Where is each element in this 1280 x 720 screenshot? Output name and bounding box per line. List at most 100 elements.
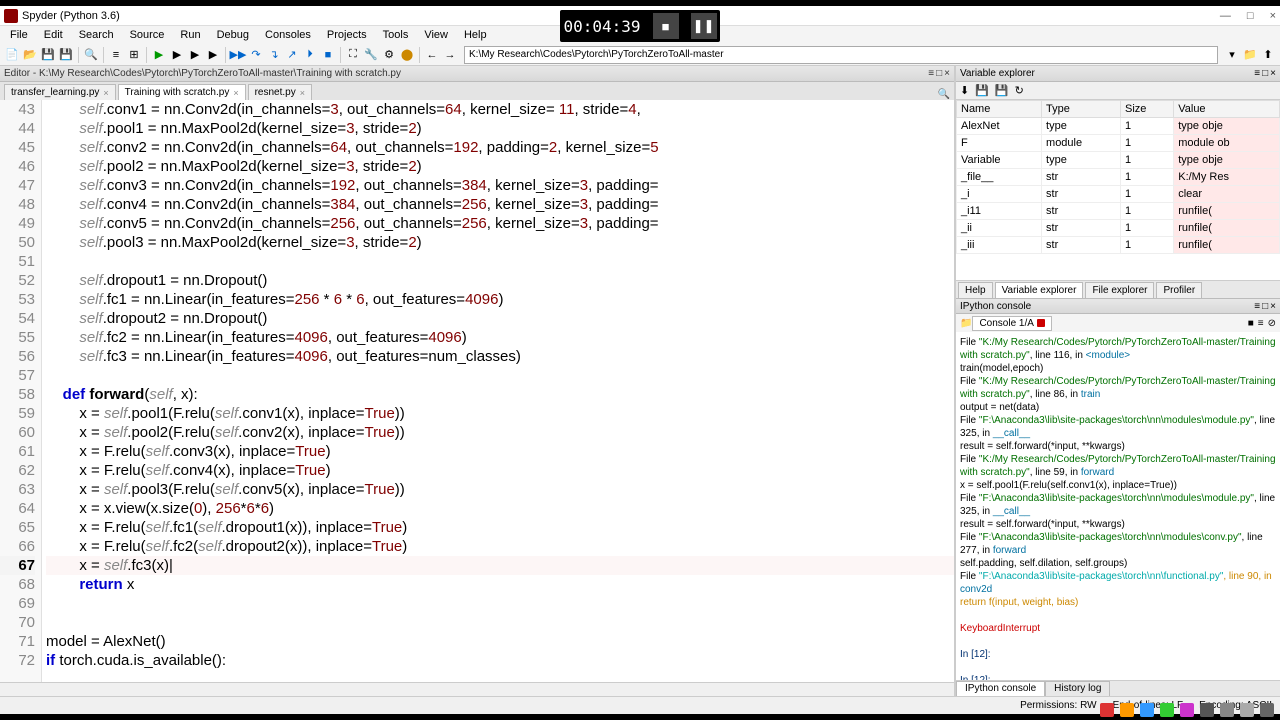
menu-projects[interactable]: Projects [321, 29, 373, 41]
var-row[interactable]: _iistr1runfile( [957, 220, 1280, 237]
variable-table[interactable]: NameTypeSizeValueAlexNettype1type objeFm… [956, 100, 1280, 280]
menu-edit[interactable]: Edit [38, 29, 69, 41]
menu-run[interactable]: Run [174, 29, 206, 41]
tray-icon[interactable] [1100, 703, 1114, 717]
code-editor[interactable]: 4344454647484950515253545556575859606162… [0, 100, 954, 682]
editor-undock-icon[interactable]: □ [936, 68, 942, 79]
var-row[interactable]: _iiistr1runfile( [957, 237, 1280, 254]
run-selection-icon[interactable]: ▶ [187, 47, 203, 63]
ve-refresh-icon[interactable]: ↻ [1015, 84, 1024, 97]
tray-icon[interactable] [1220, 703, 1234, 717]
editor-hscrollbar[interactable] [0, 682, 954, 696]
tray-icon[interactable] [1260, 703, 1274, 717]
tray-icon[interactable] [1180, 703, 1194, 717]
menu-help[interactable]: Help [458, 29, 493, 41]
tray-icon[interactable] [1160, 703, 1174, 717]
step-into-icon[interactable]: ↴ [266, 47, 282, 63]
recording-stop-button[interactable]: ■ [653, 13, 679, 39]
editor-tab[interactable]: transfer_learning.py× [4, 84, 116, 100]
var-row[interactable]: Fmodule1module ob [957, 135, 1280, 152]
run-cell-icon[interactable]: ▶ [169, 47, 185, 63]
minimize-button[interactable]: — [1220, 10, 1231, 22]
right-tab-help[interactable]: Help [958, 282, 993, 298]
step-out-icon[interactable]: ↗ [284, 47, 300, 63]
prefs-icon[interactable]: ⚙ [381, 47, 397, 63]
var-row[interactable]: _istr1clear [957, 186, 1280, 203]
python-icon[interactable]: ⬤ [399, 47, 415, 63]
console-tab[interactable]: Console 1/A [972, 316, 1051, 331]
editor-opts-icon[interactable]: ≡ [928, 68, 934, 79]
stop-debug-icon[interactable]: ■ [320, 47, 336, 63]
right-tab-variable-explorer[interactable]: Variable explorer [995, 282, 1084, 298]
var-col-name[interactable]: Name [957, 101, 1042, 118]
ve-save-icon[interactable]: 💾 [975, 84, 989, 97]
ipy-opts-icon[interactable]: ≡ [1254, 301, 1260, 312]
tab-close-icon[interactable]: × [300, 88, 305, 98]
folder-icon[interactable]: ▾ [1224, 47, 1240, 63]
menu-consoles[interactable]: Consoles [259, 29, 317, 41]
ve-saveas-icon[interactable]: 💾 [995, 84, 1009, 97]
var-col-value[interactable]: Value [1174, 101, 1280, 118]
var-col-type[interactable]: Type [1042, 101, 1121, 118]
new-file-icon[interactable]: 📄 [4, 47, 20, 63]
ve-import-icon[interactable]: ⬇ [960, 84, 969, 97]
wrench-icon[interactable]: 🔧 [363, 47, 379, 63]
tab-close-icon[interactable]: × [233, 88, 238, 98]
run-rerun-icon[interactable]: ▶ [205, 47, 221, 63]
save-icon[interactable]: 💾 [40, 47, 56, 63]
menu-source[interactable]: Source [124, 29, 171, 41]
step-over-icon[interactable]: ↷ [248, 47, 264, 63]
forward-icon[interactable]: → [442, 47, 458, 63]
editor-tab[interactable]: Training with scratch.py× [118, 84, 246, 100]
ve-close-icon[interactable]: × [1270, 68, 1276, 79]
var-col-size[interactable]: Size [1120, 101, 1173, 118]
ipy-close-icon[interactable]: × [1270, 301, 1276, 312]
console-opts-icon[interactable]: ≡ [1258, 318, 1264, 329]
comment-icon[interactable]: ⊞ [126, 47, 142, 63]
var-row[interactable]: _i11str1runfile( [957, 203, 1280, 220]
var-row[interactable]: _file__str1K:/My Res [957, 169, 1280, 186]
parent-icon[interactable]: ⬆ [1260, 47, 1276, 63]
editor-close-icon[interactable]: × [944, 68, 950, 79]
editor-tabs: transfer_learning.py×Training with scrat… [0, 82, 954, 100]
run-icon[interactable]: ▶ [151, 47, 167, 63]
tray-icon[interactable] [1200, 703, 1214, 717]
close-button[interactable]: × [1270, 10, 1276, 22]
bottom-tab-ipython-console[interactable]: IPython console [956, 681, 1045, 696]
var-row[interactable]: AlexNettype1type obje [957, 118, 1280, 135]
console-stop-icon[interactable]: ■ [1248, 318, 1254, 329]
console-clear-icon[interactable]: ⊘ [1268, 318, 1276, 329]
tray-icon[interactable] [1240, 703, 1254, 717]
max-icon[interactable]: ⛶ [345, 47, 361, 63]
menu-debug[interactable]: Debug [211, 29, 255, 41]
console-folder-icon[interactable]: 📁 [960, 318, 972, 329]
working-dir-input[interactable] [464, 46, 1218, 64]
tray-icon[interactable] [1140, 703, 1154, 717]
ve-opts-icon[interactable]: ≡ [1254, 68, 1260, 79]
tab-search-icon[interactable]: 🔍 [938, 89, 950, 100]
ve-undock-icon[interactable]: □ [1262, 68, 1268, 79]
browse-icon[interactable]: 📁 [1242, 47, 1258, 63]
tray-icon[interactable] [1120, 703, 1134, 717]
save-all-icon[interactable]: 💾 [58, 47, 74, 63]
menu-file[interactable]: File [4, 29, 34, 41]
tab-close-icon[interactable]: × [103, 88, 108, 98]
right-tab-profiler[interactable]: Profiler [1156, 282, 1202, 298]
bottom-tab-history-log[interactable]: History log [1045, 681, 1110, 696]
menu-tools[interactable]: Tools [377, 29, 415, 41]
ipy-undock-icon[interactable]: □ [1262, 301, 1268, 312]
continue-icon[interactable]: ⏵ [302, 47, 318, 63]
right-tab-file-explorer[interactable]: File explorer [1085, 282, 1154, 298]
menu-view[interactable]: View [418, 29, 454, 41]
debug-icon[interactable]: ▶▶ [230, 47, 246, 63]
lines-icon[interactable]: ≡ [108, 47, 124, 63]
menu-search[interactable]: Search [73, 29, 120, 41]
editor-tab[interactable]: resnet.py× [248, 84, 312, 100]
open-file-icon[interactable]: 📂 [22, 47, 38, 63]
maximize-button[interactable]: □ [1247, 10, 1254, 22]
var-row[interactable]: Variabletype1type obje [957, 152, 1280, 169]
recording-pause-button[interactable]: ❚❚ [691, 13, 717, 39]
ipython-console[interactable]: File "K:/My Research/Codes/Pytorch/PyTor… [956, 332, 1280, 680]
search-icon[interactable]: 🔍 [83, 47, 99, 63]
back-icon[interactable]: ← [424, 47, 440, 63]
